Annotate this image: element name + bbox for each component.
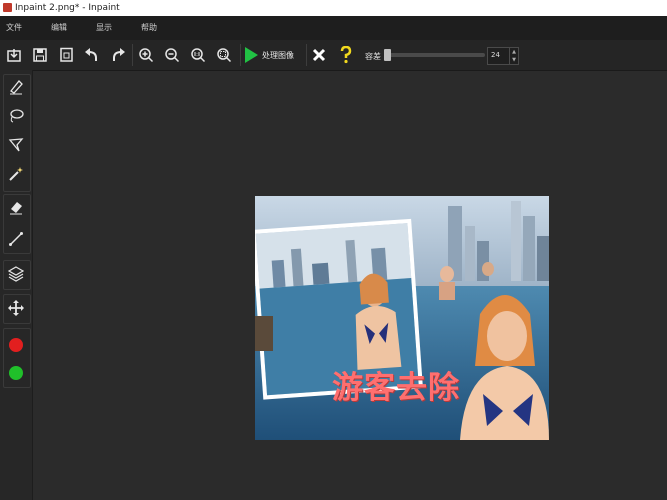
tolerance-slider-handle[interactable] — [384, 49, 391, 61]
lasso-icon — [10, 109, 24, 123]
tolerance-spinbox[interactable]: 24 ▲ ▼ — [487, 47, 519, 65]
green-color-icon — [9, 366, 23, 380]
cancel-button[interactable] — [308, 44, 330, 66]
zoom-fit-button[interactable] — [213, 44, 235, 66]
save-button[interactable] — [29, 44, 51, 66]
layers-icon — [8, 266, 24, 282]
layers-tool[interactable] — [3, 261, 29, 287]
help-button[interactable] — [335, 44, 357, 66]
tolerance-value: 24 — [491, 51, 500, 59]
open-icon — [7, 49, 21, 62]
line-tool[interactable] — [3, 226, 29, 252]
play-icon — [245, 47, 258, 63]
app-icon — [3, 3, 12, 12]
menu-edit[interactable]: 编辑 — [51, 16, 67, 40]
polygon-lasso-icon — [8, 138, 24, 152]
red-color-icon — [9, 338, 23, 352]
redo-icon — [113, 48, 125, 61]
menu-bar: 文件 编辑 显示 帮助 — [0, 16, 667, 40]
save-icon — [33, 48, 47, 62]
save-as-button[interactable] — [55, 44, 77, 66]
red-marker-color[interactable] — [3, 332, 29, 358]
save-as-icon — [60, 47, 73, 62]
window-title: Inpaint 2.png* - Inpaint — [15, 3, 120, 13]
overlay-caption: 游客去除 — [332, 370, 460, 406]
spin-arrows[interactable]: ▲ ▼ — [509, 48, 518, 64]
toolbar-separator — [240, 44, 241, 66]
menu-view[interactable]: 显示 — [96, 16, 112, 40]
redo-button[interactable] — [107, 44, 129, 66]
help-icon — [340, 46, 352, 64]
green-marker-color[interactable] — [3, 360, 29, 386]
open-button[interactable] — [3, 44, 25, 66]
toolbar-separator — [132, 44, 133, 66]
marker-icon — [10, 80, 23, 95]
zoom-actual-button[interactable] — [187, 44, 209, 66]
zoom-out-icon — [165, 48, 180, 63]
process-image-label: 处理图像 — [262, 50, 294, 60]
undo-button[interactable] — [81, 44, 103, 66]
magic-wand-tool[interactable] — [3, 161, 29, 187]
eraser-icon — [10, 202, 22, 215]
main-toolbar: 处理图像 容差 — [0, 40, 667, 71]
process-image-button[interactable]: 处理图像 — [245, 44, 305, 66]
title-bar: Inpaint 2.png* - Inpaint — [0, 0, 667, 16]
polygon-lasso-tool[interactable] — [3, 132, 29, 158]
menu-file[interactable]: 文件 — [6, 16, 22, 40]
zoom-fit-icon — [217, 48, 232, 63]
undo-icon — [85, 48, 97, 61]
left-toolbar — [0, 70, 33, 500]
menu-help[interactable]: 帮助 — [141, 16, 157, 40]
magic-wand-icon — [9, 167, 23, 181]
tolerance-label: 容差 — [365, 52, 381, 61]
zoom-out-button[interactable] — [161, 44, 183, 66]
toolbar-separator — [306, 44, 307, 66]
lasso-tool[interactable] — [3, 103, 29, 129]
move-icon — [8, 300, 24, 316]
cancel-icon — [312, 48, 326, 62]
move-tool[interactable] — [3, 295, 29, 321]
line-icon — [9, 232, 23, 246]
eraser-tool[interactable] — [3, 194, 29, 220]
zoom-in-icon — [139, 48, 154, 63]
zoom-actual-icon — [191, 48, 206, 63]
zoom-in-button[interactable] — [135, 44, 157, 66]
marker-tool[interactable] — [3, 74, 29, 100]
tolerance-slider[interactable] — [385, 53, 485, 57]
